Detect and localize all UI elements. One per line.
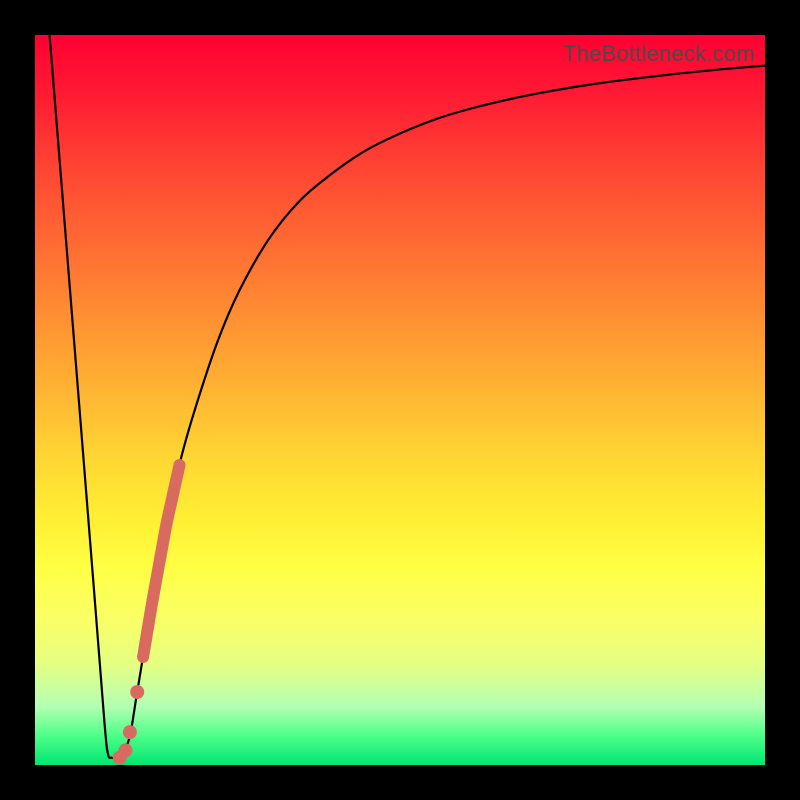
highlight-dot xyxy=(130,685,144,699)
highlight-dot xyxy=(113,751,127,765)
chart-frame: TheBottleneck.com xyxy=(0,0,800,800)
highlight-dot xyxy=(123,725,137,739)
chart-plot-area: TheBottleneck.com xyxy=(35,35,765,765)
highlight-dots xyxy=(113,685,145,765)
curve-line xyxy=(50,35,765,758)
chart-svg xyxy=(35,35,765,765)
highlight-band xyxy=(143,465,179,657)
